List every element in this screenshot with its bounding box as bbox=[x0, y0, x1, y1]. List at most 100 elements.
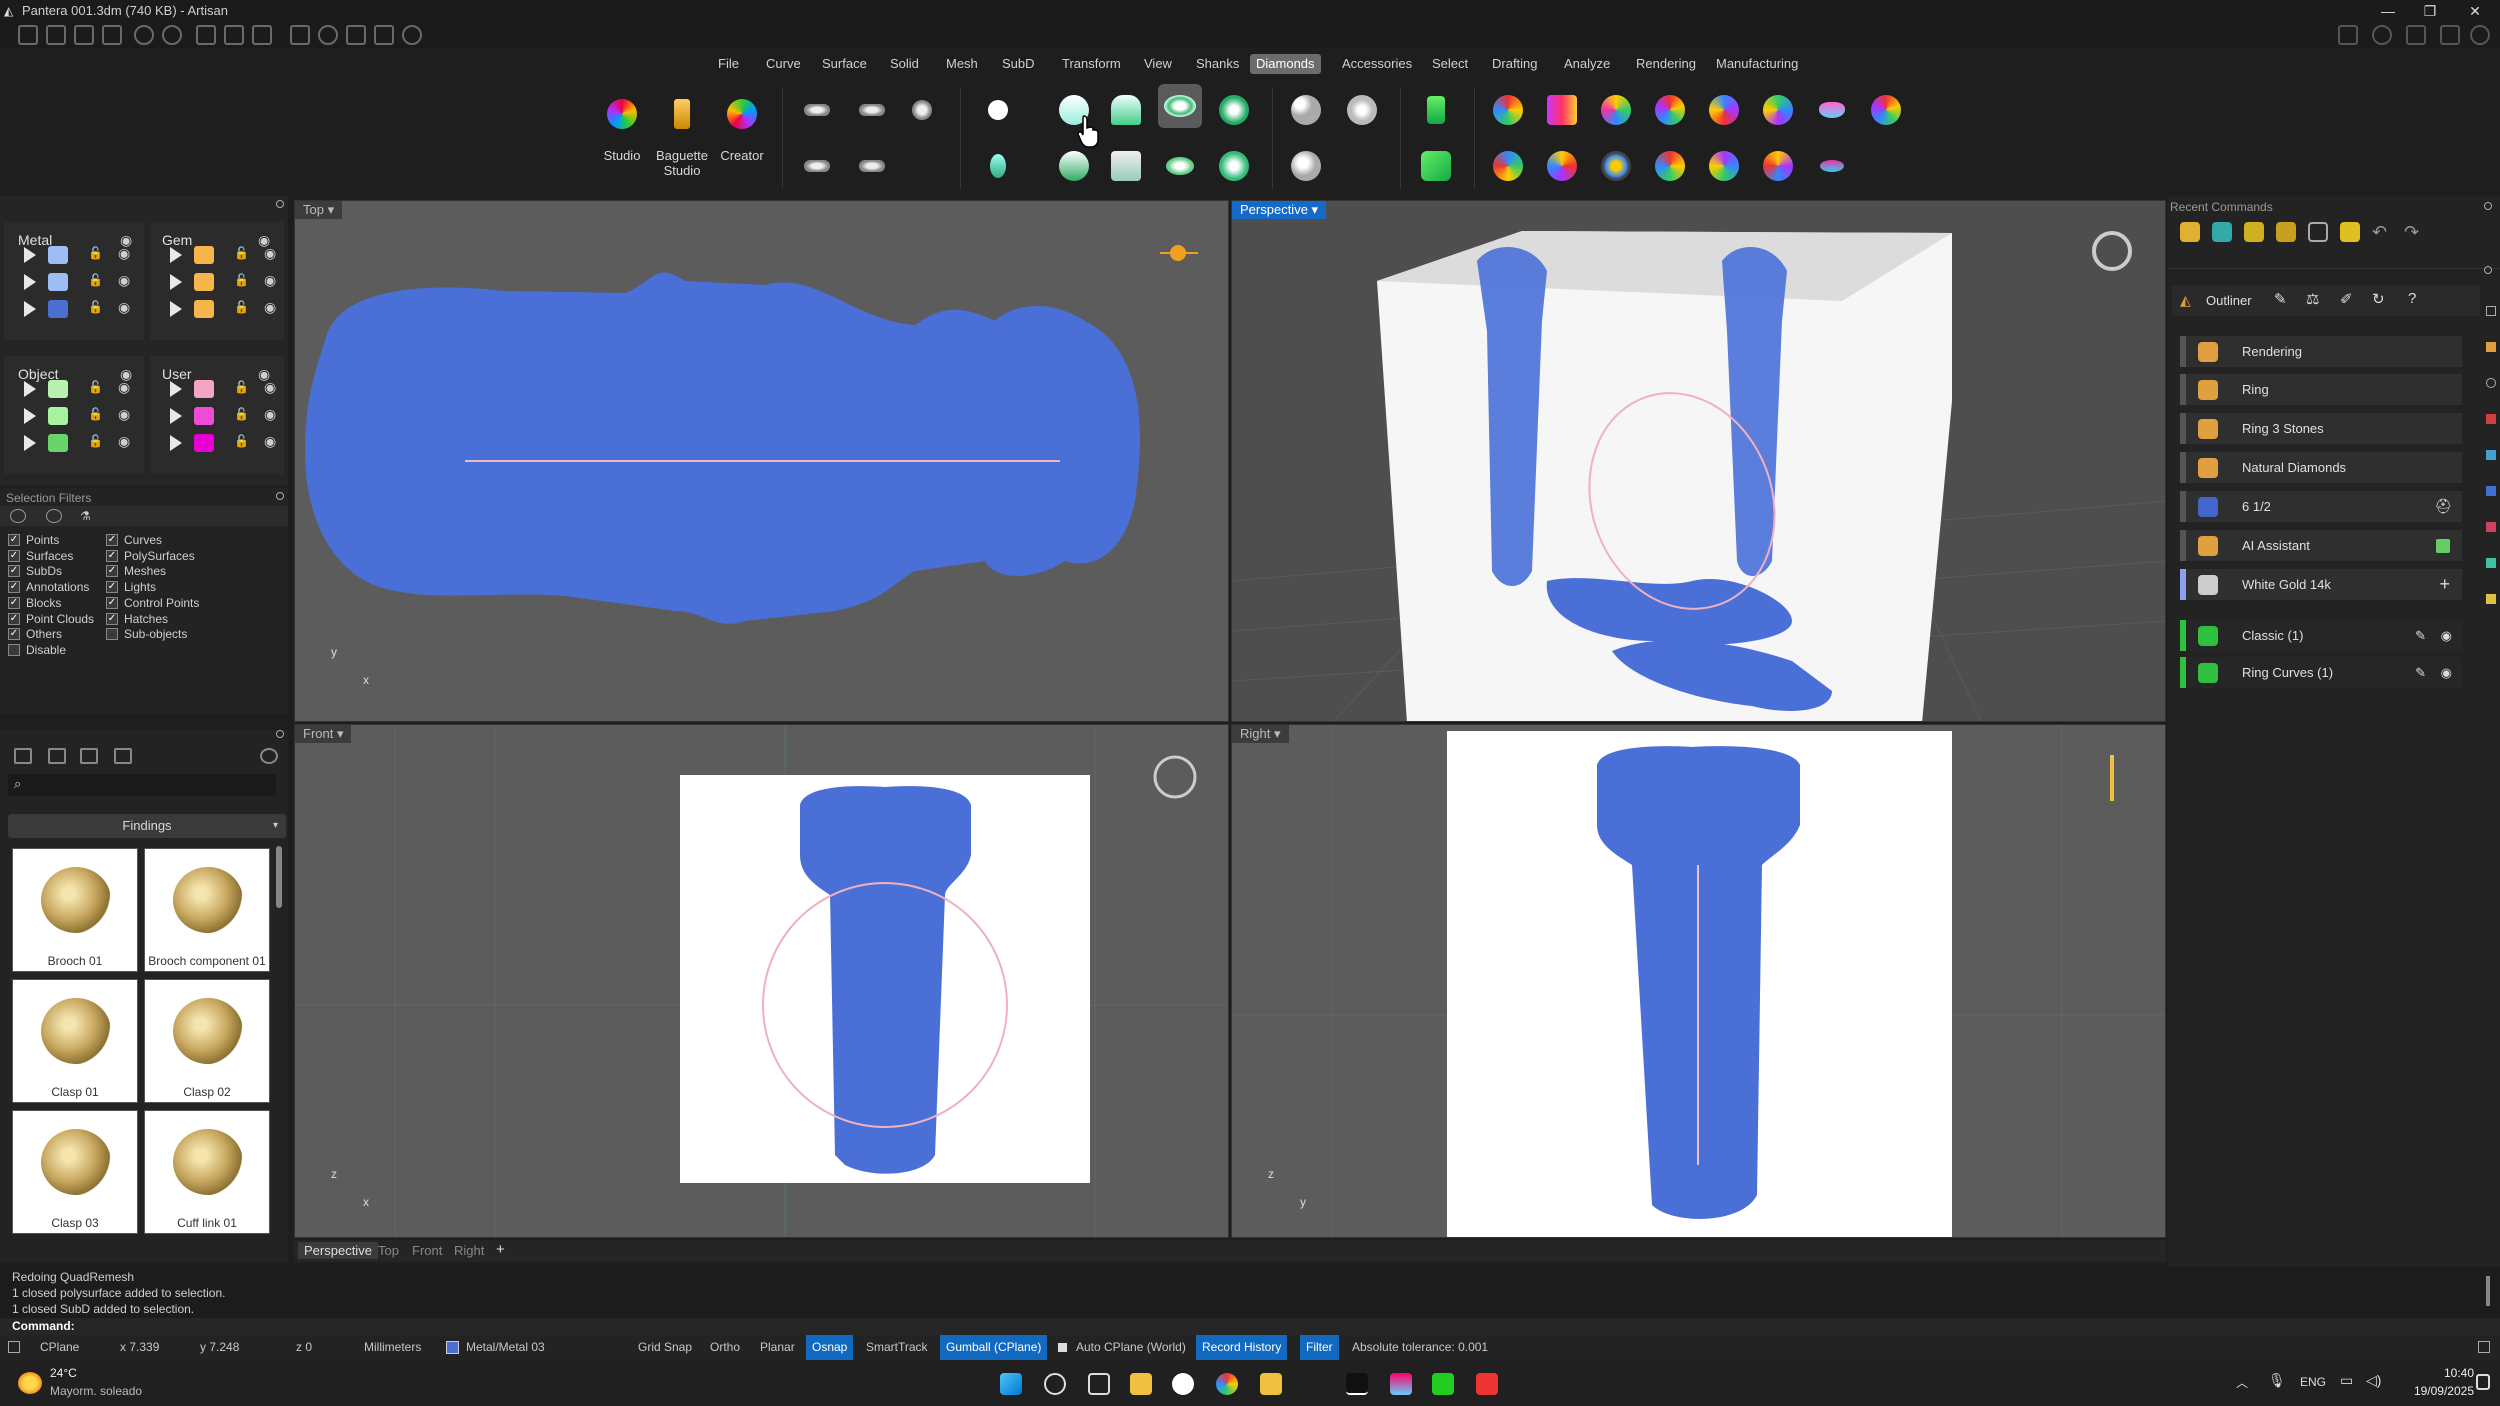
library-search-input[interactable]: ⌕ bbox=[8, 774, 276, 796]
notification-icon[interactable] bbox=[2476, 1374, 2490, 1390]
chevron-up-icon[interactable]: ︿ bbox=[2236, 1374, 2248, 1391]
refresh-icon[interactable]: ↻ bbox=[2372, 290, 2385, 308]
app-red-icon[interactable] bbox=[1476, 1373, 1498, 1395]
folder-app-icon[interactable] bbox=[1260, 1373, 1282, 1395]
cube-icon[interactable] bbox=[2406, 25, 2426, 45]
filter-checkbox[interactable]: ✓ bbox=[106, 581, 118, 594]
undo-icon[interactable]: ↶ bbox=[2372, 222, 2387, 243]
round-gem-button[interactable] bbox=[976, 88, 1020, 132]
layer-row-object[interactable]: 🔓 ◉ bbox=[4, 432, 140, 454]
gem-color-button-6[interactable] bbox=[1756, 88, 1800, 132]
play-icon[interactable] bbox=[170, 408, 182, 424]
side-tool-icon[interactable] bbox=[2486, 594, 2496, 604]
edit-icon[interactable]: ✐ bbox=[2340, 290, 2353, 308]
menu-view[interactable]: View bbox=[1138, 54, 1178, 74]
folder-icon[interactable] bbox=[14, 748, 32, 764]
panel-toggle-icon[interactable] bbox=[8, 1341, 20, 1353]
gem-color-button-5[interactable] bbox=[1702, 88, 1746, 132]
play-icon[interactable] bbox=[170, 274, 182, 290]
volume-icon[interactable]: ◁) bbox=[2366, 1372, 2381, 1389]
gem-tool-button-2[interactable] bbox=[1540, 144, 1584, 188]
undo-icon[interactable] bbox=[134, 25, 154, 45]
layer-color-swatch[interactable] bbox=[48, 434, 68, 452]
cutter-button[interactable] bbox=[1414, 88, 1458, 132]
side-tool-icon[interactable] bbox=[2486, 558, 2496, 568]
add-viewport-button[interactable]: + bbox=[496, 1241, 505, 1258]
edit-icon[interactable]: ✎ bbox=[2415, 620, 2426, 651]
layer-color-swatch[interactable] bbox=[194, 273, 214, 291]
app-green-icon[interactable] bbox=[1432, 1373, 1454, 1395]
eye-icon[interactable]: ◉ bbox=[118, 245, 130, 262]
import-icon[interactable] bbox=[102, 25, 122, 45]
layer-color-swatch[interactable] bbox=[48, 300, 68, 318]
add-folder-icon[interactable] bbox=[48, 748, 66, 764]
layer-row-metal[interactable]: 🔓 ◉ bbox=[4, 298, 140, 320]
cluster-setting-button[interactable] bbox=[1212, 88, 1256, 132]
open-file-icon[interactable] bbox=[74, 25, 94, 45]
side-tool-icon[interactable] bbox=[2486, 342, 2496, 352]
gem-pair-button[interactable] bbox=[795, 144, 839, 188]
filter-checkbox[interactable]: ✓ bbox=[8, 581, 20, 594]
weather-sun-icon[interactable] bbox=[18, 1372, 42, 1394]
library-scrollbar[interactable] bbox=[276, 846, 282, 908]
gem-color-button-1[interactable] bbox=[1486, 88, 1530, 132]
menu-rendering[interactable]: Rendering bbox=[1630, 54, 1702, 74]
play-icon[interactable] bbox=[24, 301, 36, 317]
lock-icon[interactable]: 🔓 bbox=[234, 407, 249, 421]
current-layer[interactable]: Metal/Metal 03 bbox=[466, 1335, 545, 1360]
layer-color-swatch[interactable] bbox=[194, 300, 214, 318]
library-item[interactable]: Brooch component 01 bbox=[144, 848, 270, 972]
gem-tool-icon[interactable] bbox=[402, 25, 422, 45]
layer-row-user[interactable]: 🔓 ◉ bbox=[150, 405, 286, 427]
task-view-icon[interactable] bbox=[1088, 1373, 1110, 1395]
box-setting-button[interactable] bbox=[1104, 144, 1148, 188]
menu-surface[interactable]: Surface bbox=[816, 54, 873, 74]
grid-view-icon[interactable] bbox=[114, 748, 132, 764]
recent-shank-icon[interactable] bbox=[2244, 222, 2264, 242]
filter-checkbox[interactable]: ✓ bbox=[106, 596, 118, 609]
eye-icon[interactable]: ◉ bbox=[264, 272, 276, 289]
play-icon[interactable] bbox=[170, 247, 182, 263]
creator-button[interactable] bbox=[720, 92, 764, 136]
recent-hex-icon[interactable] bbox=[2340, 222, 2360, 242]
microphone-icon[interactable]: 🎙 bbox=[2268, 1372, 2286, 1389]
layer-row-gem[interactable]: 🔓 ◉ bbox=[150, 298, 286, 320]
command-scrollbar[interactable] bbox=[2486, 1276, 2490, 1306]
gem-tool-button-7[interactable] bbox=[1810, 144, 1854, 188]
bezel-setting-button[interactable] bbox=[1104, 88, 1148, 132]
play-icon[interactable] bbox=[24, 435, 36, 451]
layer-row-user[interactable]: 🔓 ◉ bbox=[150, 432, 286, 454]
side-tool-icon[interactable] bbox=[2486, 414, 2496, 424]
eye-icon[interactable]: ◉ bbox=[118, 272, 130, 289]
gem-tool-button-6[interactable] bbox=[1756, 144, 1800, 188]
gem-curve-button[interactable] bbox=[850, 88, 894, 132]
menu-diamonds[interactable]: Diamonds bbox=[1250, 54, 1321, 74]
image-icon[interactable] bbox=[80, 748, 98, 764]
eye-icon[interactable]: ◉ bbox=[264, 379, 276, 396]
pave-grid-button[interactable] bbox=[1284, 88, 1328, 132]
close-button[interactable]: ✕ bbox=[2455, 0, 2495, 22]
gem-color-button-3[interactable] bbox=[1594, 88, 1638, 132]
filter-checkbox[interactable]: ✓ bbox=[106, 565, 118, 578]
side-tool-icon[interactable] bbox=[2486, 522, 2496, 532]
ring-size-icon[interactable]: ⛑ bbox=[2434, 491, 2452, 522]
eye-icon[interactable]: ◉ bbox=[118, 433, 130, 450]
filter-checkbox[interactable]: ✓ bbox=[8, 565, 20, 578]
play-icon[interactable] bbox=[24, 381, 36, 397]
refresh-icon[interactable] bbox=[260, 748, 278, 764]
record-history-toggle[interactable]: Record History bbox=[1196, 1335, 1288, 1360]
save-icon[interactable] bbox=[196, 25, 216, 45]
tab-front[interactable]: Front bbox=[412, 1243, 442, 1258]
units-status[interactable]: Millimeters bbox=[364, 1335, 421, 1360]
filter-checkbox[interactable]: ✓ bbox=[106, 612, 118, 625]
edit-icon[interactable]: ✎ bbox=[2415, 657, 2426, 688]
top-viewport[interactable]: Top ▾ y x bbox=[294, 200, 1229, 722]
menu-accessories[interactable]: Accessories bbox=[1336, 54, 1418, 74]
recent-pave-icon[interactable] bbox=[2212, 222, 2232, 242]
recent-cube-icon[interactable] bbox=[2308, 222, 2328, 242]
outliner-item[interactable]: Rendering bbox=[2180, 336, 2462, 367]
new-file-icon[interactable] bbox=[18, 25, 38, 45]
layout-icon[interactable] bbox=[252, 25, 272, 45]
lock-icon[interactable]: 🔓 bbox=[234, 434, 249, 448]
library-item[interactable]: Clasp 03 bbox=[12, 1110, 138, 1234]
